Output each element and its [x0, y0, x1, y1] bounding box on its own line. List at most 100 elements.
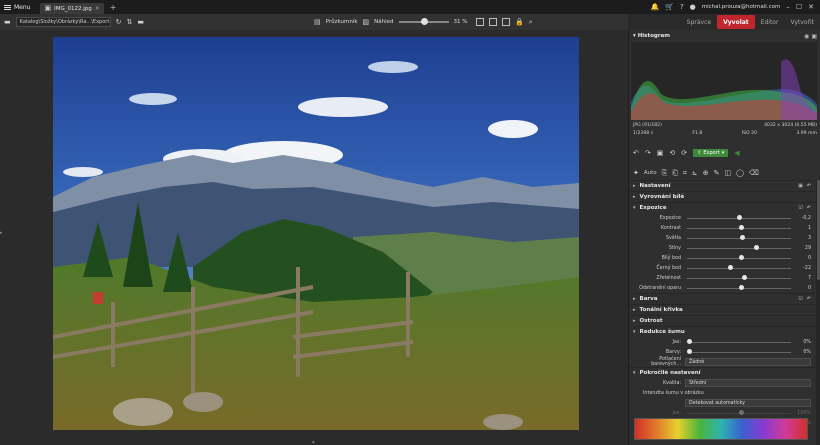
close-tab-icon[interactable]: × [95, 5, 100, 12]
menu-button[interactable]: Menu [0, 0, 34, 14]
rotate-right-icon[interactable]: ⟳ [681, 149, 687, 157]
slider-knob[interactable] [687, 339, 692, 344]
document-tab[interactable]: ▣ IMG_0122.jpg × [40, 3, 104, 14]
slider-row[interactable]: Světla 3 [629, 233, 815, 243]
share-icon[interactable]: ◀ [734, 149, 739, 157]
straighten-icon[interactable]: ⊾ [692, 169, 698, 177]
slider-track[interactable] [687, 215, 791, 220]
slider-knob[interactable] [739, 225, 744, 230]
slider-row[interactable]: Stíny 29 [629, 243, 815, 253]
section-redukce[interactable]: ▾ Redukce šumu [629, 326, 815, 337]
tab-vytvorit[interactable]: Vytvořit [784, 15, 820, 29]
slider-value[interactable]: 0% [795, 340, 811, 345]
brush-icon[interactable]: ✎ [714, 169, 720, 177]
browser-button[interactable]: Průzkumník [326, 19, 358, 25]
cart-icon[interactable]: 🛒 [665, 3, 674, 11]
crop-icon[interactable]: ⌗ [683, 169, 687, 177]
section-barva[interactable]: ▸ Barva ☑ ↶ [629, 293, 815, 304]
user-email[interactable]: michal.prouza@hotmail.com [702, 4, 781, 10]
color-spectrum-picker[interactable] [634, 418, 808, 440]
section-tonalni[interactable]: ▸ Tonální křivka [629, 304, 815, 315]
kvalita-row[interactable]: Kvalita: Střední [629, 378, 815, 388]
minimize-button[interactable]: – [786, 3, 790, 11]
slider-value[interactable]: 7 [795, 276, 811, 281]
paste-icon[interactable]: ⎗ [672, 169, 678, 177]
slider-row[interactable]: Expozice -0,2 [629, 213, 815, 223]
folder-open-icon[interactable]: ▬ [137, 18, 144, 26]
section-nastaveni[interactable]: ▸ Nastavení ▣ ↶ [629, 180, 815, 191]
slider-value[interactable]: 1 [795, 226, 811, 231]
slider-row[interactable]: Bílý bod 0 [629, 253, 815, 263]
tab-spravce[interactable]: Správce [681, 15, 717, 29]
noise-jas-row[interactable]: Jas: 0% [629, 337, 815, 347]
slider-knob[interactable] [727, 265, 733, 270]
slider-knob[interactable] [740, 235, 746, 240]
tab-editor[interactable]: Editor [755, 15, 785, 29]
left-panel-toggle-icon[interactable]: ▸ [0, 230, 3, 236]
slider-value[interactable]: 0% [795, 350, 811, 355]
slider-track[interactable] [687, 275, 791, 280]
fit-icon[interactable] [476, 18, 484, 26]
enable-checkbox-icon[interactable]: ☑ [798, 296, 802, 302]
section-ostrost[interactable]: ▸ Ostrost [629, 315, 815, 326]
slider-track[interactable] [687, 349, 791, 354]
slider-value[interactable]: 29 [795, 246, 811, 251]
radial-icon[interactable]: ◯ [736, 169, 744, 177]
photo[interactable] [53, 37, 579, 430]
slider-row[interactable]: Odstranění oparu 0 [629, 283, 815, 293]
slider-track[interactable] [687, 265, 791, 270]
slider-knob[interactable] [739, 285, 744, 290]
enable-checkbox-icon[interactable]: ☑ [798, 205, 802, 211]
help-icon[interactable]: ? [680, 3, 684, 11]
tab-vyvolat[interactable]: Vyvolat [717, 15, 755, 29]
auto-button[interactable]: Auto [644, 170, 657, 176]
section-expozice[interactable]: ▾ Expozice ☑ ↶ [629, 202, 815, 213]
reset-icon[interactable]: ↶ [807, 183, 811, 189]
export-button[interactable]: ⇪ Export ▾ [693, 149, 729, 157]
slider-knob[interactable] [753, 245, 759, 250]
refresh-icon[interactable]: ↻ [116, 18, 122, 26]
zoom-slider-knob[interactable] [420, 18, 428, 25]
slider-value[interactable]: 0 [795, 286, 811, 291]
slider-knob[interactable] [687, 349, 692, 354]
zoom-icon[interactable]: ⌕ [529, 18, 533, 26]
potlaceni-dropdown[interactable]: Žádné [685, 358, 811, 366]
bell-icon[interactable]: 🔔 [651, 3, 660, 11]
slider-track[interactable] [687, 225, 791, 230]
copy-icon[interactable]: ⎘ [662, 169, 668, 177]
zoom-slider[interactable] [398, 18, 449, 25]
slider-row[interactable]: Černý bod -22 [629, 263, 815, 273]
section-pokrocile[interactable]: ▾ Pokročilé nastavení [629, 367, 815, 378]
clone-icon[interactable]: ⊕ [703, 169, 709, 177]
panel-scrollbar[interactable] [816, 180, 820, 445]
slider-value[interactable]: -0,2 [795, 216, 811, 221]
histogram-header[interactable]: ▾ Histogram ◉ ▣ [629, 30, 820, 42]
slider-track[interactable] [687, 339, 791, 344]
folder-icon[interactable]: ▬ [4, 18, 11, 26]
slider-value[interactable]: -22 [795, 266, 811, 271]
bottom-panel-toggle-icon[interactable]: ▴ [312, 439, 315, 445]
intenzita-dropdown[interactable]: Detekovat automaticky [685, 399, 811, 407]
reset-icon[interactable]: ↶ [807, 296, 811, 302]
slider-knob[interactable] [739, 255, 744, 260]
potlaceni-row[interactable]: Potlačení barevných... Žádné [629, 357, 815, 367]
slider-value[interactable]: 3 [795, 236, 811, 241]
lock-icon[interactable]: 🔒 [515, 18, 524, 26]
preset-icon[interactable]: ▣ [798, 183, 803, 189]
preview-button[interactable]: Náhled [374, 19, 393, 25]
noise-barvy-row[interactable]: Barvy: 0% [629, 347, 815, 357]
sort-icon[interactable]: ⇅ [127, 18, 133, 26]
section-vyrovnani[interactable]: ▸ Vyrovnání bílé [629, 191, 815, 202]
fullscreen-icon[interactable] [489, 18, 497, 26]
rotate-left-icon[interactable]: ⟲ [669, 149, 675, 157]
kvalita-dropdown[interactable]: Střední [685, 379, 811, 387]
auto-icon[interactable]: ✦ [633, 169, 639, 177]
slider-track[interactable] [687, 255, 791, 260]
intenzita-row[interactable]: Detekovat automaticky [629, 398, 815, 408]
slider-track[interactable] [687, 285, 791, 290]
slider-knob[interactable] [736, 215, 742, 220]
new-tab-button[interactable]: + [110, 3, 117, 12]
path-field[interactable]: Katalog\Složky\Obrázky\Ra...\Export [15, 17, 111, 27]
slider-track[interactable] [687, 235, 791, 240]
snapshot-icon[interactable]: ▣ [657, 149, 664, 157]
